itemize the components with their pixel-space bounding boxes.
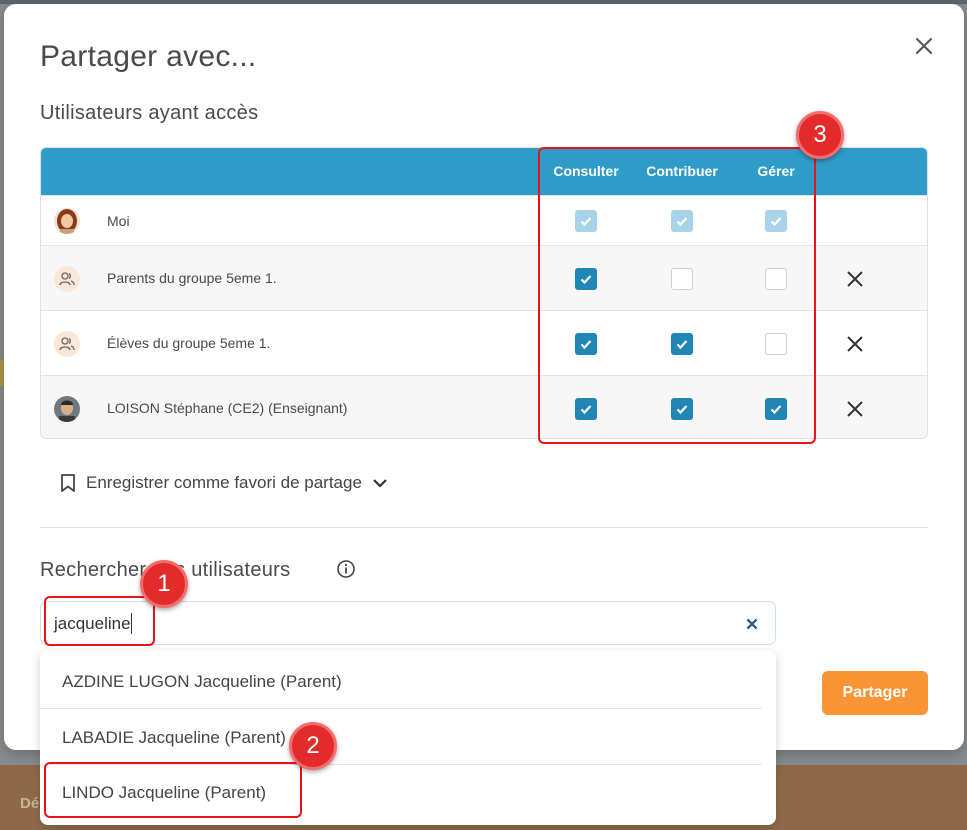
suggestion-label: AZDINE LUGON Jacqueline (Parent) xyxy=(62,672,342,691)
info-icon[interactable] xyxy=(336,559,356,579)
close-icon xyxy=(916,38,932,54)
suggestion-item[interactable]: LABADIE Jacqueline (Parent) xyxy=(40,709,776,765)
row-label: LOISON Stéphane (CE2) (Enseignant) xyxy=(107,400,348,416)
row-label: Parents du groupe 5eme 1. xyxy=(107,270,277,286)
row-label: Moi xyxy=(107,213,130,229)
row-label: Élèves du groupe 5eme 1. xyxy=(107,335,271,351)
background-footer-label: Dé xyxy=(20,795,40,812)
group-icon xyxy=(54,331,80,357)
annotation-badge: 2 xyxy=(289,722,337,770)
clear-search-button[interactable] xyxy=(743,615,761,633)
remove-user-button[interactable] xyxy=(845,334,865,354)
close-icon xyxy=(847,336,863,352)
share-button[interactable]: Partager xyxy=(822,671,928,715)
avatar xyxy=(54,396,80,422)
annotation-box-permissions xyxy=(538,147,816,444)
close-button[interactable] xyxy=(912,34,936,58)
close-icon xyxy=(847,271,863,287)
annotation-badge: 3 xyxy=(796,111,844,159)
group-icon xyxy=(54,266,80,292)
annotation-badge: 1 xyxy=(140,560,188,608)
divider xyxy=(40,527,928,528)
annotation-box-suggestion xyxy=(44,762,302,818)
clear-icon xyxy=(746,618,758,630)
dialog-title: Partager avec... xyxy=(40,40,257,73)
bookmark-icon xyxy=(61,474,75,492)
close-icon xyxy=(847,401,863,417)
annotation-box-search xyxy=(44,596,155,646)
suggestion-label: LABADIE Jacqueline (Parent) xyxy=(62,728,286,747)
remove-user-button[interactable] xyxy=(845,399,865,419)
access-section-title: Utilisateurs ayant accès xyxy=(40,102,259,124)
save-favorite-toggle[interactable]: Enregistrer comme favori de partage xyxy=(60,470,388,496)
chevron-down-icon xyxy=(373,479,387,488)
suggestion-item[interactable]: AZDINE LUGON Jacqueline (Parent) xyxy=(40,653,776,709)
remove-user-button[interactable] xyxy=(845,269,865,289)
favorite-label: Enregistrer comme favori de partage xyxy=(86,473,362,492)
avatar xyxy=(54,208,80,234)
